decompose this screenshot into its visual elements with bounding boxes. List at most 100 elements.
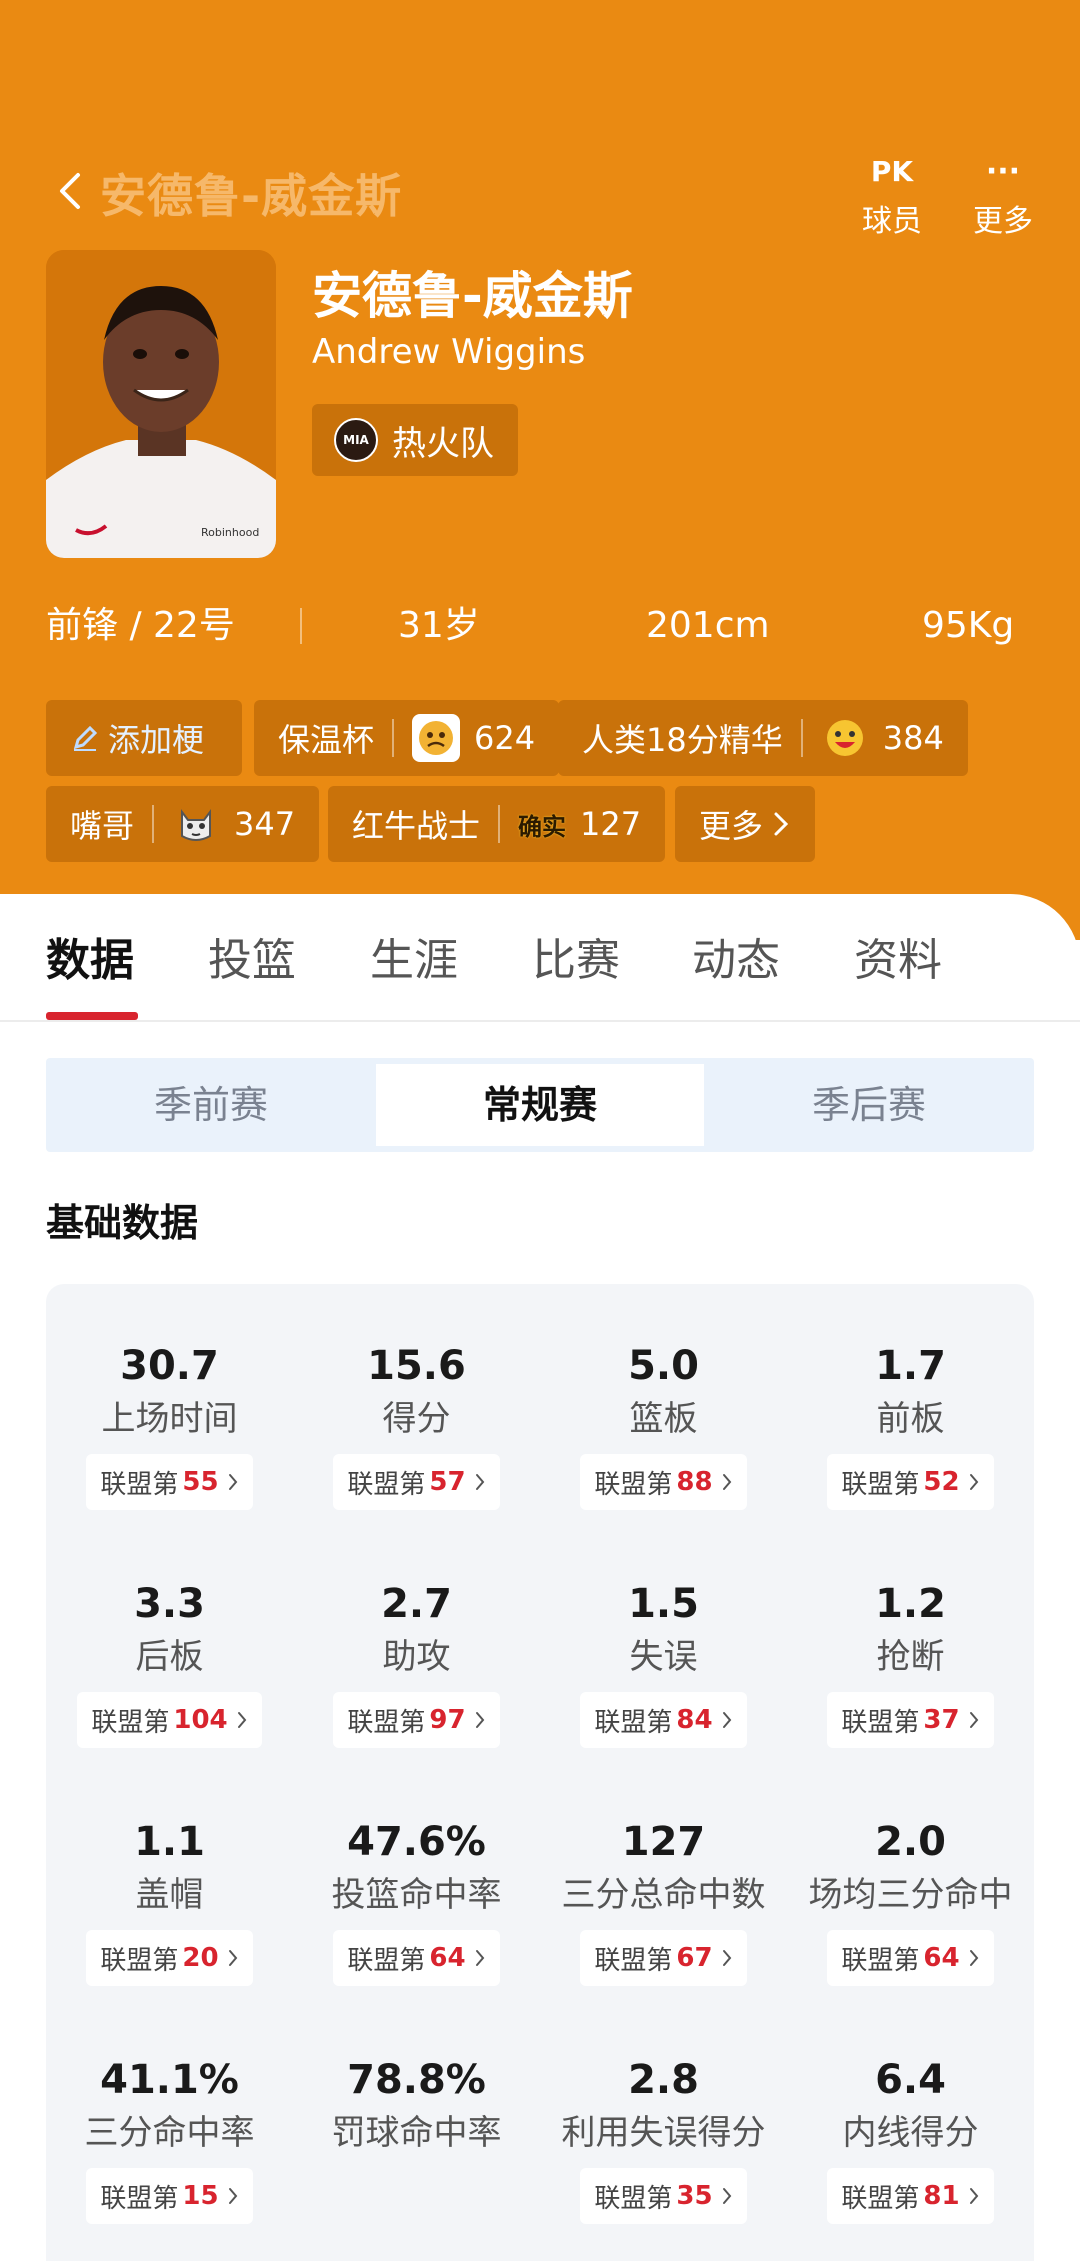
- tab-shooting[interactable]: 投篮: [208, 924, 296, 988]
- rank-prefix: 联盟第: [841, 1469, 920, 1500]
- league-rank-button[interactable]: 联盟第 52: [827, 1454, 994, 1510]
- player-height: 201cm: [646, 605, 770, 646]
- stat-value: 30.7: [120, 1343, 219, 1389]
- more-dots-text: ···: [985, 153, 1021, 189]
- rank-number: 67: [676, 1943, 713, 1973]
- stat-label: 抢断: [876, 1637, 945, 1677]
- league-rank-button[interactable]: 联盟第 97: [333, 1692, 500, 1748]
- team-logo-icon: MIA: [334, 418, 378, 462]
- league-rank-button[interactable]: 联盟第 35: [580, 2168, 747, 2224]
- league-rank-button[interactable]: 联盟第 20: [86, 1930, 253, 1986]
- stat-label: 内线得分: [842, 2113, 979, 2153]
- rank-prefix: 联盟第: [347, 1469, 426, 1500]
- tab-data[interactable]: 数据: [46, 924, 134, 988]
- chevron-right-icon: [774, 812, 789, 836]
- season-tab-regular[interactable]: 常规赛: [376, 1064, 704, 1146]
- tag-divider: [392, 719, 395, 757]
- rank-number: 81: [923, 2181, 960, 2211]
- tag-item[interactable]: 保温杯 624: [254, 700, 560, 776]
- tag-item[interactable]: 红牛战士 确实 127: [328, 786, 666, 862]
- league-rank-button[interactable]: 联盟第 88: [580, 1454, 747, 1510]
- stat-cell: 3.3 后板 联盟第 104: [46, 1580, 293, 1748]
- league-rank-button[interactable]: 联盟第 57: [333, 1454, 500, 1510]
- stat-cell: 78.8% 罚球命中率: [293, 2056, 540, 2154]
- stat-cell: 6.4 内线得分 联盟第 81: [787, 2056, 1034, 2224]
- season-tab-playoffs[interactable]: 季后赛: [704, 1058, 1034, 1152]
- rank-number: 57: [429, 1467, 466, 1497]
- add-meme-label: 添加梗: [108, 721, 205, 759]
- player-age: 31岁: [398, 605, 480, 646]
- add-meme-button[interactable]: 添加梗: [46, 700, 242, 776]
- tags-more-label: 更多: [699, 807, 764, 845]
- stat-value: 127: [621, 1819, 706, 1865]
- stat-label: 投篮命中率: [331, 1875, 502, 1915]
- stat-label: 前板: [876, 1399, 945, 1439]
- stat-cell: 127 三分总命中数 联盟第 67: [540, 1818, 787, 1986]
- player-info-row: 前锋 / 22号 31岁 201cm 95Kg: [0, 598, 1080, 654]
- tag-label: 红牛战士: [352, 807, 481, 845]
- stat-value: 41.1%: [100, 2057, 239, 2103]
- emoji-husky-icon: [172, 800, 220, 848]
- tag-item[interactable]: 人类18分精华 384: [558, 700, 968, 776]
- chevron-right-icon: [968, 1710, 980, 1730]
- league-rank-button[interactable]: 联盟第 37: [827, 1692, 994, 1748]
- league-rank-button[interactable]: 联盟第 64: [333, 1930, 500, 1986]
- stat-label: 盖帽: [135, 1875, 204, 1915]
- rank-prefix: 联盟第: [100, 1469, 179, 1500]
- tag-count: 347: [234, 805, 296, 843]
- rank-number: 64: [429, 1943, 466, 1973]
- player-photo: Robinhood: [46, 250, 276, 558]
- stat-value: 1.1: [134, 1819, 205, 1865]
- tab-career[interactable]: 生涯: [370, 924, 458, 988]
- rank-prefix: 联盟第: [594, 1945, 673, 1976]
- stat-label: 三分命中率: [84, 2113, 255, 2153]
- league-rank-button[interactable]: 联盟第 81: [827, 2168, 994, 2224]
- league-rank-button[interactable]: 联盟第 104: [77, 1692, 262, 1748]
- league-rank-button[interactable]: 联盟第 67: [580, 1930, 747, 1986]
- season-segment: 季前赛 常规赛 季后赛: [46, 1058, 1034, 1152]
- stats-card: 30.7 上场时间 联盟第 55 15.6 得分 联盟第 57 5.0 篮板 联盟第 88 1.7 前板联…: [46, 1284, 1034, 2261]
- chevron-right-icon: [721, 1948, 733, 1968]
- league-rank-button[interactable]: 联盟第 55: [86, 1454, 253, 1510]
- stat-cell: 41.1% 三分命中率联盟第 15: [46, 2056, 293, 2224]
- pencil-icon: [73, 725, 98, 751]
- stat-value: 1.7: [875, 1343, 946, 1389]
- nav-title: 安德鲁-威金斯: [100, 169, 403, 223]
- season-tab-preseason[interactable]: 季前赛: [46, 1058, 376, 1152]
- pk-button[interactable]: PK 球员: [842, 150, 942, 240]
- stat-cell: 2.8 利用失误得分 联盟第 35: [540, 2056, 787, 2224]
- player-header: 安德鲁-威金斯 PK 球员 ··· 更多 Robinhood 安德鲁-威金斯 A…: [0, 0, 1080, 940]
- back-button[interactable]: [46, 168, 92, 214]
- more-label: 更多: [973, 204, 1033, 239]
- chevron-left-icon: [60, 173, 80, 209]
- league-rank-button[interactable]: 联盟第 84: [580, 1692, 747, 1748]
- rank-prefix: 联盟第: [841, 1707, 920, 1738]
- chevron-right-icon: [474, 1710, 486, 1730]
- team-name: 热火队: [392, 423, 494, 464]
- emoji-text: 确实: [518, 812, 567, 841]
- tab-news[interactable]: 动态: [692, 924, 780, 988]
- tab-games[interactable]: 比赛: [532, 924, 620, 988]
- chevron-right-icon: [474, 1472, 486, 1492]
- tag-divider: [152, 805, 155, 843]
- more-menu-button[interactable]: ··· 更多: [953, 150, 1053, 240]
- tag-item[interactable]: 嘴哥 347: [46, 786, 320, 862]
- tab-profile[interactable]: 资料: [854, 924, 942, 988]
- league-rank-button[interactable]: 联盟第 15: [86, 2168, 253, 2224]
- pk-label: 球员: [862, 204, 922, 239]
- chevron-right-icon: [721, 2186, 733, 2206]
- stat-value: 2.7: [381, 1581, 452, 1627]
- stat-value: 78.8%: [347, 2057, 486, 2103]
- chevron-right-icon: [236, 1710, 248, 1730]
- tags-more-button[interactable]: 更多: [675, 786, 816, 862]
- stat-value: 3.3: [134, 1581, 205, 1627]
- stat-cell: 1.1 盖帽联盟第 20: [46, 1818, 293, 1986]
- chevron-right-icon: [227, 1948, 239, 1968]
- player-name: 安德鲁-威金斯: [312, 267, 633, 325]
- stat-cell: 5.0 篮板 联盟第 88: [540, 1342, 787, 1510]
- stat-cell: 47.6% 投篮命中率 联盟第 64: [293, 1818, 540, 1986]
- team-chip[interactable]: MIA 热火队: [312, 404, 518, 476]
- chevron-right-icon: [474, 1948, 486, 1968]
- stat-label: 失误: [629, 1637, 698, 1677]
- league-rank-button[interactable]: 联盟第 64: [827, 1930, 994, 1986]
